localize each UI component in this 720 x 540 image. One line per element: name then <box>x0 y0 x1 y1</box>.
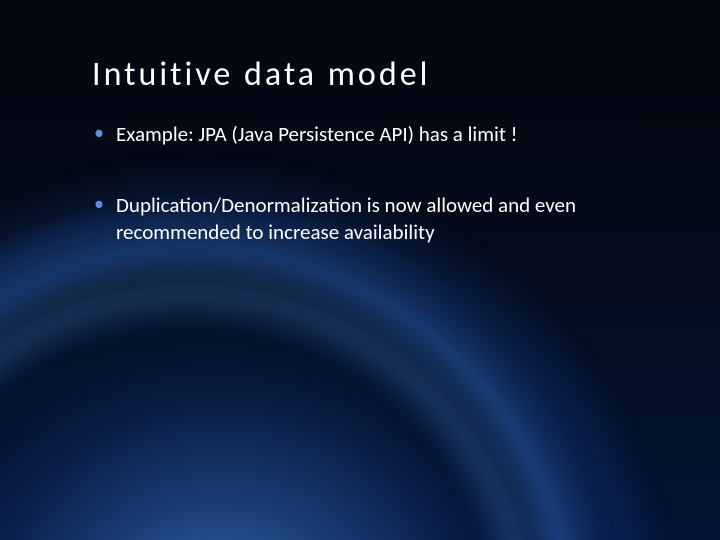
slide-title: Intuitive data model <box>92 54 648 95</box>
background-glow-arc <box>0 220 600 540</box>
bullet-list: Example: JPA (Java Persistence API) has … <box>92 121 648 246</box>
slide-content: Intuitive data model Example: JPA (Java … <box>0 0 720 246</box>
slide: Intuitive data model Example: JPA (Java … <box>0 0 720 540</box>
bullet-item: Example: JPA (Java Persistence API) has … <box>92 121 648 148</box>
bullet-item: Duplication/Denormalization is now allow… <box>92 192 648 246</box>
